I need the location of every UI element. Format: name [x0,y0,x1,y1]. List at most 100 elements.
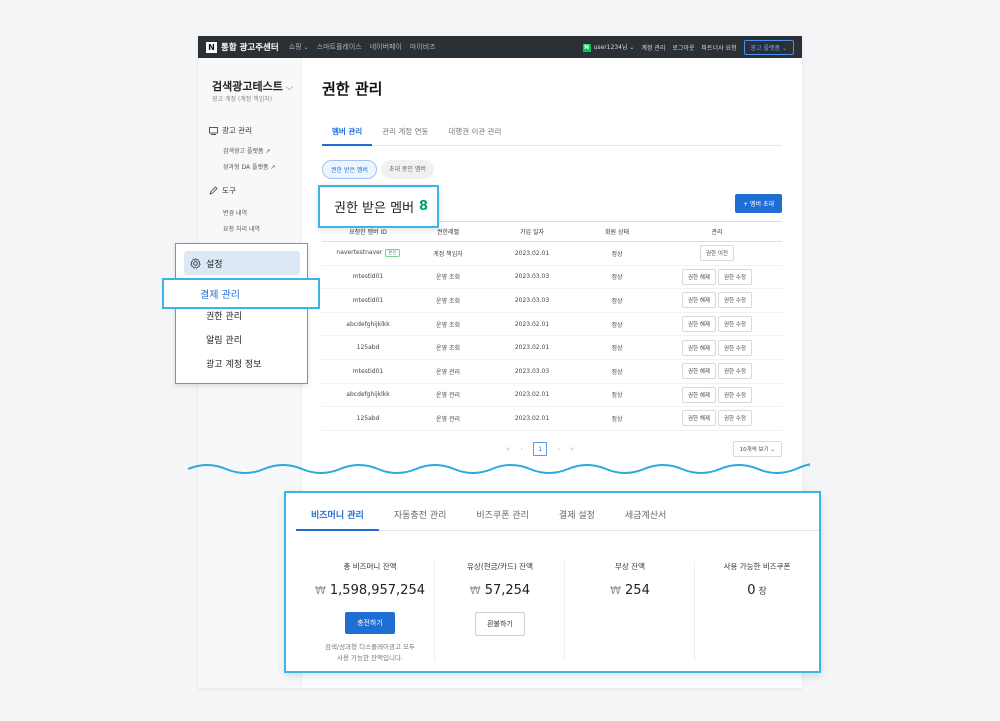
tab-member-manage[interactable]: 멤버 관리 [322,122,373,146]
nav-item-smartplace[interactable]: 스마트플레이스 [317,42,362,52]
user-menu[interactable]: Nuser1234님 ⌄ [582,42,635,52]
settings-item-billing[interactable]: 결제 관리 [162,278,320,309]
col-header-manage: 관리 [652,221,782,242]
member-date: 2023.03.03 [482,265,582,290]
tab-payment-settings[interactable]: 결제 설정 [544,493,610,531]
sidebar-group-tools[interactable]: 도구 [209,185,236,196]
bizmoney-panel: 비즈머니 관리 자동충전 관리 비즈쿠폰 관리 결제 설정 세금계산서 총 비즈… [284,491,821,673]
edit-permission-button[interactable]: 권한 수정 [718,363,752,380]
edit-permission-button[interactable]: 권한 수정 [718,339,752,356]
sidebar-item-search-platform[interactable]: 검색광고 플랫폼 ↗ [223,146,270,155]
pill-authorized-members[interactable]: 권한 받은 멤버 [322,160,377,179]
brand-title[interactable]: 통합 광고주센터 [221,41,279,53]
first-page-icon[interactable]: « [506,445,510,453]
sidebar-item-request-history[interactable]: 요청 처리 내역 [223,224,260,233]
nav-item-naverpay[interactable]: 네이버페이 [370,42,402,52]
page-number-current[interactable]: 1 [533,442,548,456]
table-row: 125abd 운영 조회 2023.02.01 정상 권한 해제 권한 수정 [322,335,782,360]
top-nav: N 통합 광고주센터 쇼핑 ⌄ 스마트플레이스 네이버페이 마이비즈 Nuser1… [198,36,802,58]
revoke-permission-button[interactable]: 권한 해제 [682,339,716,356]
edit-permission-button[interactable]: 권한 수정 [718,410,752,427]
column-divider [694,561,695,661]
won-symbol: ₩ [610,584,622,597]
account-manage-link[interactable]: 계정 관리 [641,43,665,52]
chevron-down-icon: ⌄ [629,44,635,52]
member-status: 정상 [582,406,652,431]
sidebar-item-da-platform[interactable]: 성과형 DA 플랫폼 ↗ [223,162,276,171]
member-level: 운영 관리 [414,383,482,408]
edit-permission-button[interactable]: 권한 수정 [718,386,752,403]
tab-bizcoupon[interactable]: 비즈쿠폰 관리 [461,493,544,531]
member-filter: 권한 받은 멤버 초대 중인 멤버 [322,160,434,179]
revoke-permission-button[interactable]: 권한 해제 [682,410,716,427]
member-level: 운영 관리 [414,359,482,384]
member-date: 2023.02.01 [482,383,582,408]
member-level: 운영 관리 [414,406,482,431]
member-id: 125abd [322,335,414,360]
settings-item-permission[interactable]: 권한 관리 [206,309,242,322]
member-count-label: 권한 받은 멤버 [334,201,415,216]
tab-agency-transfer[interactable]: 대행권 이관 관리 [438,122,511,146]
pill-invited-members[interactable]: 초대 중인 멤버 [380,160,434,179]
settings-item-notification[interactable]: 알림 관리 [206,333,242,346]
won-symbol: ₩ [315,584,326,597]
table-row: mtestid01 운영 관리 2023.03.03 정상 권한 해제 권한 수정 [322,359,782,384]
invite-member-button[interactable]: + 멤버 초대 [735,194,782,213]
settings-menu-header[interactable]: 설정 [184,251,300,275]
member-status: 정상 [582,241,652,266]
tab-bar: 멤버 관리 관리 계정 연동 대행권 이관 관리 [322,122,782,146]
revoke-permission-button[interactable]: 권한 해제 [682,268,716,285]
transfer-permission-button[interactable]: 권한 이전 [700,245,734,262]
page-title: 권한 관리 [322,80,383,98]
table-row: mtestid01 운영 조회 2023.03.03 정상 권한 해제 권한 수정 [322,265,782,290]
pagination: « ‹ 1 › » [506,442,574,456]
paid-balance-label: 유상(현금/카드) 잔액 [467,562,533,571]
wave-divider [188,463,810,474]
naver-logo[interactable]: N [206,41,217,53]
logout-link[interactable]: 로그아웃 [672,43,694,52]
revoke-permission-button[interactable]: 권한 해제 [682,316,716,333]
member-status: 정상 [582,288,652,313]
member-date: 2023.03.03 [482,359,582,384]
nav-item-mybiz[interactable]: 마이비즈 [410,42,436,52]
settings-item-account-info[interactable]: 광고 계정 정보 [206,357,261,370]
member-date: 2023.02.01 [482,335,582,360]
revoke-permission-button[interactable]: 권한 해제 [682,363,716,380]
tab-tax-invoice[interactable]: 세금계산서 [610,493,681,531]
edit-permission-button[interactable]: 권한 수정 [718,292,752,309]
self-badge: 본인 [385,249,400,258]
last-page-icon[interactable]: » [570,445,574,453]
settings-menu: 설정 권한 관리 알림 관리 광고 계정 정보 [175,243,308,384]
prev-page-icon[interactable]: ‹ [520,445,523,453]
balance-note: 검색/성과형 디스플레이광고 모두 사용 가능한 잔액입니다. [324,643,416,662]
member-id: mtestid01 [322,265,414,290]
chevron-down-icon: ⌄ [770,447,775,453]
bizmoney-tab-bar: 비즈머니 관리 자동충전 관리 비즈쿠폰 관리 결제 설정 세금계산서 [296,493,819,531]
partner-request-link[interactable]: 파트너사 요청 [702,43,737,52]
chevron-down-icon: ⌵ [285,83,293,93]
page-size-select[interactable]: 10개씩 보기 ⌄ [732,441,782,457]
nav-item-shopping[interactable]: 쇼핑 ⌄ [289,42,309,52]
edit-permission-button[interactable]: 권한 수정 [718,316,752,333]
member-level: 운영 조회 [414,312,482,337]
next-page-icon[interactable]: › [557,445,560,453]
revoke-permission-button[interactable]: 권한 해제 [682,386,716,403]
members-table: 요청한 멤버 ID 권한레벨 가입 일자 회원 상태 관리 navertestn… [322,221,782,431]
tab-auto-charge[interactable]: 자동충전 관리 [379,493,462,531]
edit-permission-button[interactable]: 권한 수정 [718,268,752,285]
tab-account-link[interactable]: 관리 계정 연동 [372,122,438,146]
bizcoupon-count: 사용 가능한 비즈쿠폰 0장 [696,561,818,665]
gear-icon [190,257,201,269]
member-level: 계정 책임자 [414,241,482,266]
sidebar-group-ad-manage[interactable]: 광고 관리 [209,125,252,136]
sidebar-item-change-history[interactable]: 변경 내역 [223,208,247,217]
total-balance-value: 1,598,957,254 [329,583,425,598]
refund-button[interactable]: 환불하기 [475,612,525,636]
charge-button[interactable]: 충전하기 [345,612,395,634]
revoke-permission-button[interactable]: 권한 해제 [682,292,716,309]
tab-bizmoney[interactable]: 비즈머니 관리 [296,493,379,531]
member-id: abcdefghijklkk [322,383,414,408]
account-switcher[interactable]: 검색광고테스트 ⌵ [212,78,293,94]
ad-platform-button[interactable]: 광고 플랫폼 ⌄ [743,39,794,55]
member-id: mtestid01 [322,359,414,384]
